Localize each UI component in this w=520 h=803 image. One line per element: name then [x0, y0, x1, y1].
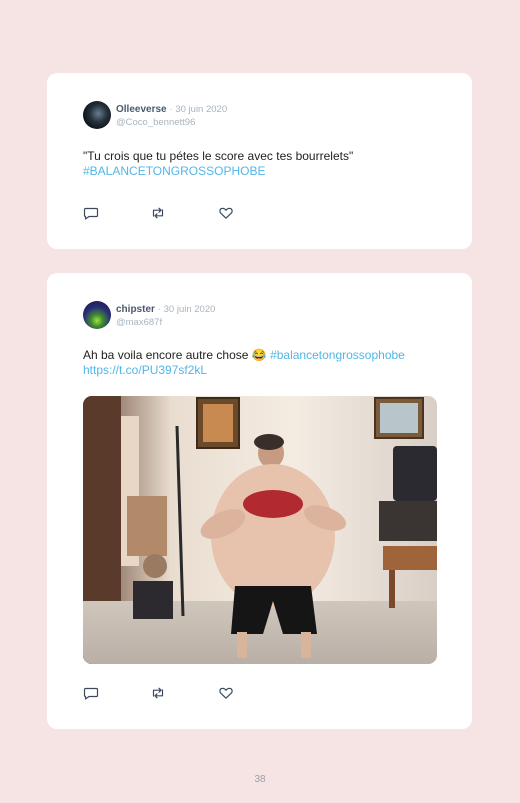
media-illustration [83, 396, 437, 664]
tweet-body-line: Ah ba voila encore autre chose 😂 #balanc… [83, 348, 443, 363]
retweet-icon[interactable] [150, 205, 166, 221]
heart-icon[interactable] [218, 205, 234, 221]
separator-dot: · [157, 304, 161, 315]
tweet-text: "Tu crois que tu pétes le score avec tes… [83, 149, 443, 179]
user-handle[interactable]: @Coco_bennett96 [116, 117, 195, 128]
tweet-actions [83, 685, 243, 701]
tweet-card: chipster · 30 juin 2020 @max687f Ah ba v… [47, 273, 472, 729]
avatar[interactable] [83, 301, 111, 329]
tweet-media-gif[interactable] [83, 396, 437, 664]
display-name[interactable]: chipster [116, 304, 155, 315]
tweet-card: Olleeverse · 30 juin 2020 @Coco_bennett9… [47, 73, 472, 249]
speech-bubble-icon[interactable] [83, 205, 99, 221]
tweet-date[interactable]: 30 juin 2020 [175, 104, 227, 115]
tweet-text: Ah ba voila encore autre chose 😂 #balanc… [83, 348, 443, 378]
heart-icon[interactable] [218, 685, 234, 701]
hashtag-link[interactable]: #balancetongrossophobe [270, 348, 405, 362]
tweet-body: "Tu crois que tu pétes le score avec tes… [83, 149, 354, 163]
display-name[interactable]: Olleeverse [116, 104, 167, 115]
tweet-header: chipster · 30 juin 2020 [116, 304, 215, 315]
speech-bubble-icon[interactable] [83, 685, 99, 701]
separator-dot: · [169, 104, 173, 115]
user-handle[interactable]: @max687f [116, 317, 162, 328]
avatar[interactable] [83, 101, 111, 129]
tweet-body: Ah ba voila encore autre chose 😂 [83, 348, 267, 362]
tweet-link[interactable]: https://t.co/PU397sf2kL [83, 363, 443, 378]
tweet-date[interactable]: 30 juin 2020 [164, 304, 216, 315]
tweet-header: Olleeverse · 30 juin 2020 [116, 104, 227, 115]
page-number: 38 [254, 774, 266, 785]
tweet-actions [83, 205, 243, 221]
retweet-icon[interactable] [150, 685, 166, 701]
hashtag-link[interactable]: #BALANCETONGROSSOPHOBE [83, 164, 443, 179]
